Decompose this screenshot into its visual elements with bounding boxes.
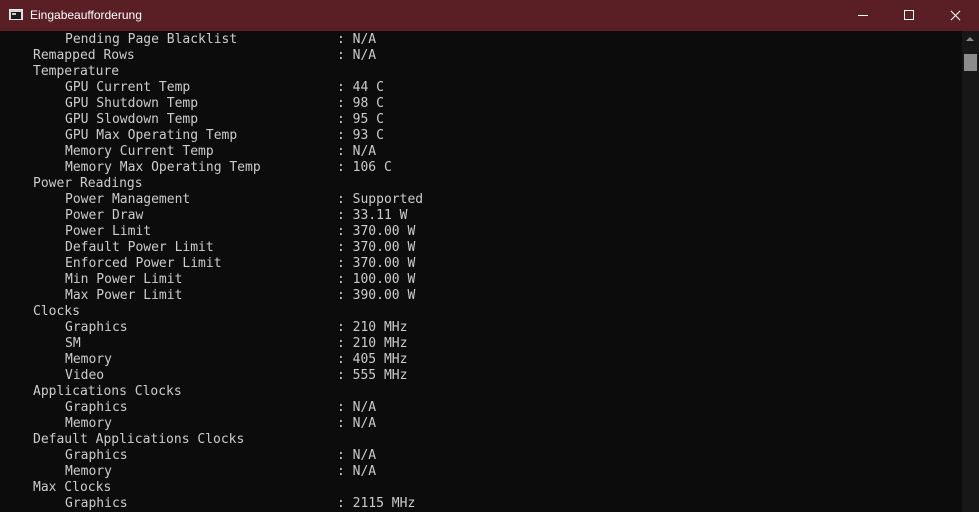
console-line-value: : 33.11 W: [337, 208, 408, 223]
console-line-label: Memory: [65, 352, 112, 367]
console-line: GPU Shutdown Temp : 98 C: [0, 96, 962, 112]
console-line-label: GPU Max Operating Temp: [65, 128, 238, 143]
console-line: Temperature: [0, 64, 962, 80]
console-line-label: Max Power Limit: [65, 288, 183, 303]
minimize-icon: [858, 15, 868, 16]
console-line-label: Power Draw: [65, 208, 144, 223]
console-line-label: Power Readings: [33, 176, 143, 191]
console-line: Default Applications Clocks: [0, 432, 962, 448]
console-line-value: : N/A: [337, 448, 377, 463]
console-line-value: : 210 MHz: [337, 320, 408, 335]
console-line-label: Enforced Power Limit: [65, 256, 222, 271]
console-line-value: : 405 MHz: [337, 352, 408, 367]
console-line-value: : 370.00 W: [337, 256, 416, 271]
console-line: Applications Clocks: [0, 384, 962, 400]
console-line-value: : N/A: [337, 48, 377, 63]
console-line-label: Applications Clocks: [33, 384, 182, 399]
console-line: Memory : N/A: [0, 416, 962, 432]
console-line-label: Video: [65, 368, 105, 383]
console-line: Max Clocks: [0, 480, 962, 496]
console-line-value: : N/A: [337, 400, 377, 415]
console-line-label: Clocks: [33, 304, 80, 319]
console-line: Graphics : 2115 MHz: [0, 496, 962, 512]
console-line-value: : 100.00 W: [337, 272, 416, 287]
console-line-value: : 93 C: [337, 128, 384, 143]
console-line-value: : 370.00 W: [337, 224, 416, 239]
console-line-label: Memory Current Temp: [65, 144, 214, 159]
console-line: Enforced Power Limit : 370.00 W: [0, 256, 962, 272]
console-line: Graphics : N/A: [0, 400, 962, 416]
close-icon: [950, 10, 961, 21]
console-line-label: Default Power Limit: [65, 240, 214, 255]
console-line-label: Remapped Rows: [33, 48, 135, 63]
console-line: Power Readings: [0, 176, 962, 192]
console-line: GPU Max Operating Temp : 93 C: [0, 128, 962, 144]
console-line: Graphics : 210 MHz: [0, 320, 962, 336]
console-line-label: Memory Max Operating Temp: [65, 160, 261, 175]
console-line: Power Limit : 370.00 W: [0, 224, 962, 240]
vertical-scrollbar[interactable]: [962, 31, 979, 512]
console-line: Memory : 405 MHz: [0, 352, 962, 368]
console-line-value: : Supported: [337, 192, 424, 207]
console-line-value: : N/A: [337, 32, 377, 47]
console-line: Power Management : Supported: [0, 192, 962, 208]
console-line-label: Temperature: [33, 64, 120, 79]
console-line-value: : N/A: [337, 464, 377, 479]
maximize-icon: [904, 10, 914, 20]
console-line-value: : 44 C: [337, 80, 384, 95]
window-title: Eingabeaufforderung: [30, 8, 142, 22]
console-line-value: : 98 C: [337, 96, 384, 111]
console-line-value: : 2115 MHz: [337, 496, 416, 511]
scroll-up-arrow-icon[interactable]: [966, 37, 974, 41]
title-bar[interactable]: Eingabeaufforderung: [0, 0, 979, 31]
console-line-value: : 390.00 W: [337, 288, 416, 303]
command-prompt-icon[interactable]: [9, 9, 23, 20]
console-line: Clocks: [0, 304, 962, 320]
console-line-label: Graphics: [65, 448, 128, 463]
console-line: Video : 555 MHz: [0, 368, 962, 384]
console-line: Graphics : N/A: [0, 448, 962, 464]
console-line-value: : 210 MHz: [337, 336, 408, 351]
maximize-button[interactable]: [886, 0, 932, 31]
console-line-value: : N/A: [337, 416, 377, 431]
console-line: GPU Current Temp : 44 C: [0, 80, 962, 96]
command-prompt-window: Eingabeaufforderung Pending Page Blackli…: [0, 0, 979, 512]
console-line: Memory Current Temp : N/A: [0, 144, 962, 160]
console-line: GPU Slowdown Temp : 95 C: [0, 112, 962, 128]
console-line-label: GPU Slowdown Temp: [65, 112, 199, 127]
console-line-label: Min Power Limit: [65, 272, 183, 287]
console-line: Max Power Limit : 390.00 W: [0, 288, 962, 304]
scrollbar-thumb[interactable]: [964, 54, 977, 71]
console-line: Memory : N/A: [0, 464, 962, 480]
console-line: Min Power Limit : 100.00 W: [0, 272, 962, 288]
console-line-value: : 95 C: [337, 112, 384, 127]
console-line-label: Power Limit: [65, 224, 152, 239]
close-button[interactable]: [933, 0, 979, 31]
console-line-value: : 370.00 W: [337, 240, 416, 255]
console-line-value: : N/A: [337, 144, 377, 159]
console-line: Remapped Rows : N/A: [0, 48, 962, 64]
console-output[interactable]: Pending Page Blacklist: N/A Remapped Rows…: [0, 31, 962, 512]
console-line-label: Power Management: [65, 192, 191, 207]
console-line: Pending Page Blacklist : N/A: [0, 32, 962, 48]
console-line-label: Graphics: [65, 320, 128, 335]
console-line-label: Memory: [65, 464, 112, 479]
console-line-value: : 555 MHz: [337, 368, 408, 383]
console-line-label: SM: [65, 336, 81, 351]
console-line-label: Default Applications Clocks: [33, 432, 245, 447]
console-line-label: Memory: [65, 416, 112, 431]
minimize-button[interactable]: [840, 0, 886, 31]
console-line: Memory Max Operating Temp : 106 C: [0, 160, 962, 176]
console-line-label: Max Clocks: [33, 480, 112, 495]
console-line-label: GPU Shutdown Temp: [65, 96, 199, 111]
console-line-label: Pending Page Blacklist: [65, 32, 238, 47]
console-line-label: Graphics: [65, 400, 128, 415]
console-line-value: : 106 C: [337, 160, 392, 175]
console-line: Power Draw : 33.11 W: [0, 208, 962, 224]
console-line: Default Power Limit : 370.00 W: [0, 240, 962, 256]
console-line-label: Graphics: [65, 496, 128, 511]
console-line-label: GPU Current Temp: [65, 80, 191, 95]
console-line: SM : 210 MHz: [0, 336, 962, 352]
